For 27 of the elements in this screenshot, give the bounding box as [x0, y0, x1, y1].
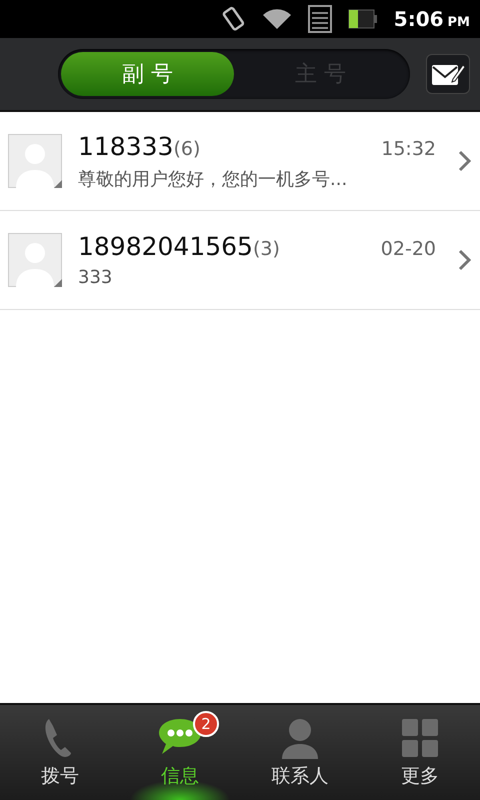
battery-icon [348, 9, 378, 29]
message-preview: 333 [78, 267, 114, 288]
nav-label: 联系人 [272, 764, 328, 789]
nav-label: 信息 [161, 764, 199, 789]
unread-badge: 2 [193, 711, 219, 737]
wifi-icon [262, 7, 292, 31]
avatar-icon [8, 134, 62, 188]
nav-label: 拨号 [41, 764, 79, 789]
conversation-row[interactable]: 118333(6) 15:32 尊敬的用户您好，您的一机多号... [0, 112, 480, 211]
message-time: 15:32 [381, 138, 436, 160]
clock: 5:06 PM [394, 7, 470, 31]
segment-tab[interactable]: 副 号 [61, 52, 234, 96]
nav-tab[interactable]: 联系人 [240, 705, 360, 800]
compose-button[interactable] [426, 54, 470, 94]
nav-tab[interactable]: 更多 [360, 705, 480, 800]
contact-name: 118333(6) [78, 132, 200, 160]
message-preview: 尊敬的用户您好，您的一机多号... [78, 168, 348, 190]
conversation-row[interactable]: 18982041565(3) 02-20 333 [0, 211, 480, 310]
chevron-right-icon [458, 249, 472, 271]
chevron-right-icon [458, 150, 472, 172]
message-time: 02-20 [380, 238, 436, 260]
grid-icon [402, 719, 438, 757]
contact-name: 18982041565(3) [78, 232, 280, 261]
avatar-icon [8, 233, 62, 287]
person-icon [280, 717, 320, 759]
nav-label: 更多 [401, 764, 439, 789]
nav-tab[interactable]: 拨号 [0, 705, 120, 800]
